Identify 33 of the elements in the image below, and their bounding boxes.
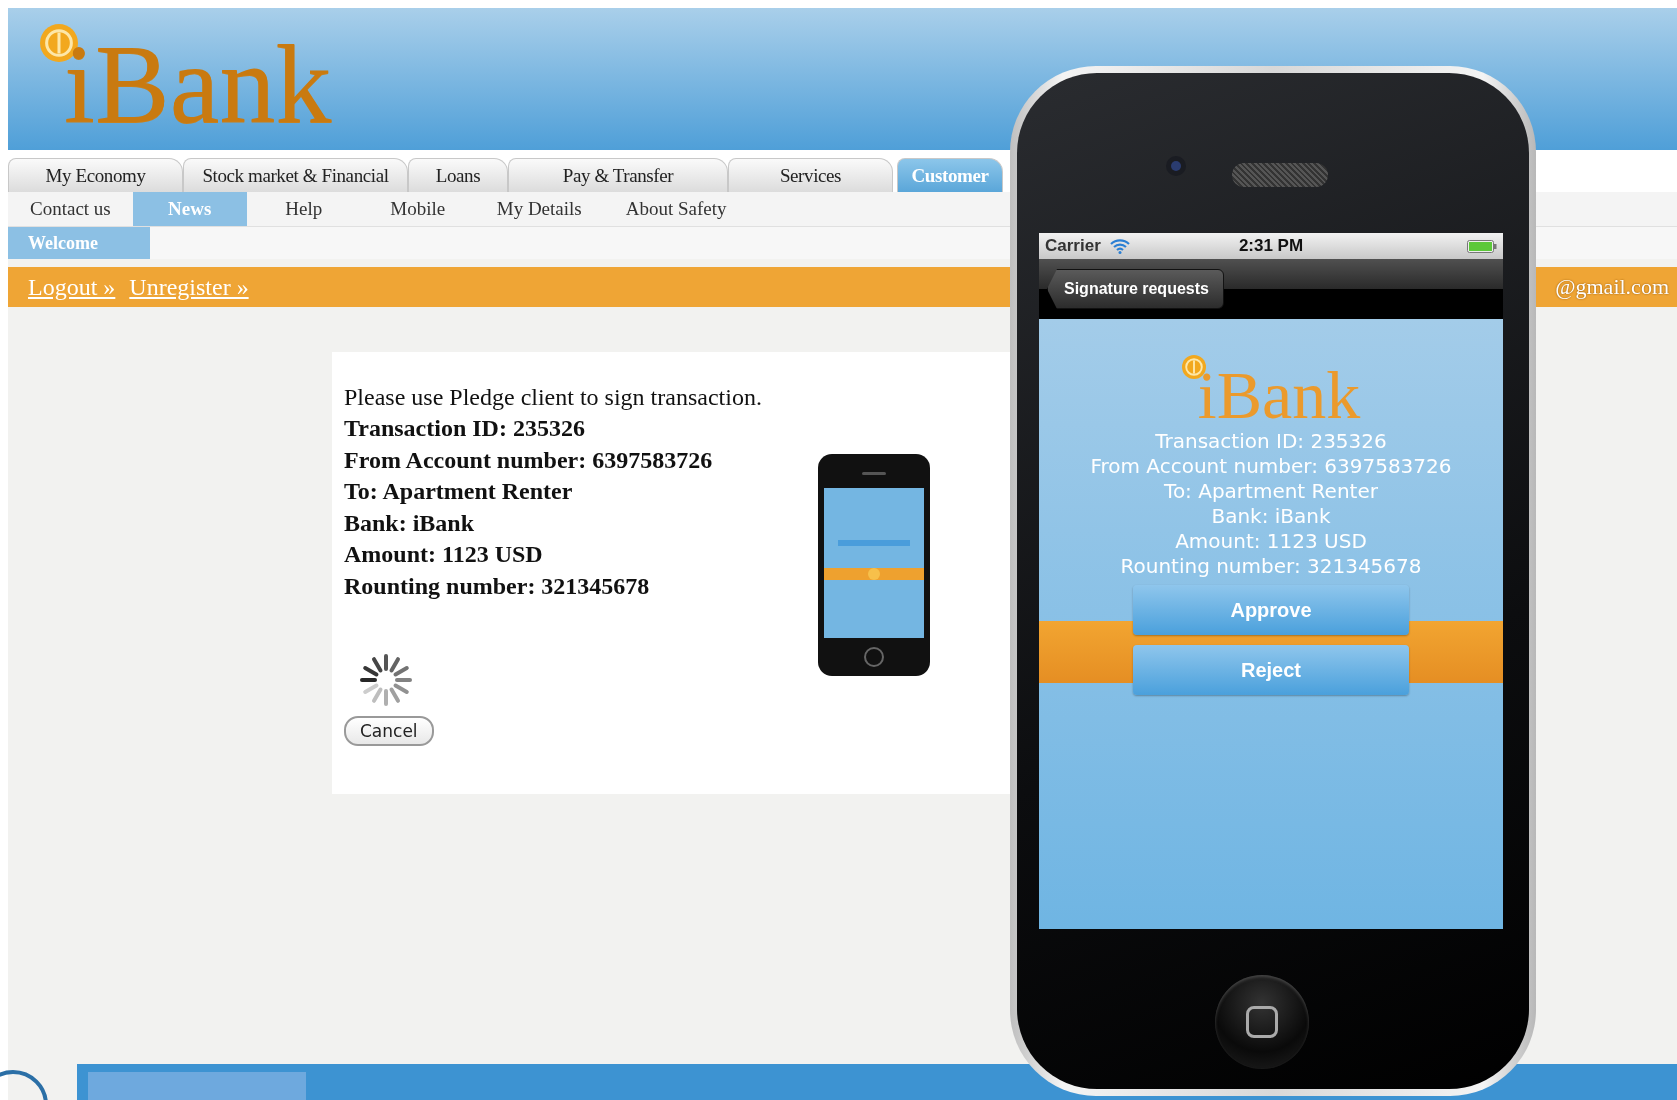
battery-icon <box>1467 239 1497 253</box>
subnav-link[interactable]: Contact us <box>8 192 133 226</box>
transaction-detail: Amount: 1123 USD <box>344 540 544 569</box>
transaction-detail: From Account number: 6397583726 <box>344 445 714 475</box>
cancel-button[interactable]: Cancel <box>344 716 434 746</box>
nav-tab[interactable]: My Economy <box>8 158 183 192</box>
carrier-label: Carrier <box>1045 236 1101 256</box>
wifi-icon <box>1108 238 1131 254</box>
nav-tab[interactable]: Stock market & Financial <box>183 158 408 192</box>
back-button[interactable]: Signature requests <box>1047 269 1224 309</box>
transaction-detail: To: Apartment Renter <box>1164 479 1378 504</box>
transaction-detail: To: Apartment Renter <box>344 477 574 506</box>
user-email: @gmail.com <box>1555 274 1669 300</box>
subnav-link[interactable]: My Details <box>474 192 604 226</box>
transaction-detail: Bank: iBank <box>1211 504 1331 529</box>
nav-tab[interactable]: Pay & Transfer <box>508 158 728 192</box>
transaction-detail: Rounting number: 321345678 <box>1120 554 1422 579</box>
instruction-text: Please use Pledge client to sign transaction. <box>344 383 763 412</box>
subnav-link[interactable]: About Safety <box>603 192 749 226</box>
transaction-detail: Amount: 1123 USD <box>1175 529 1367 554</box>
camera-icon <box>1165 155 1187 177</box>
transaction-detail: Rounting number: 321345678 <box>344 571 651 601</box>
transaction-detail: Transaction ID: 235326 <box>1155 429 1387 454</box>
status-time: 2:31 PM <box>1238 236 1304 256</box>
app-logo: iBank <box>1197 361 1361 429</box>
subnav-link[interactable]: Mobile <box>360 192 475 226</box>
transaction-detail: Bank: iBank <box>344 508 476 538</box>
nav-tab[interactable]: Loans <box>408 158 508 192</box>
loading-spinner-icon <box>360 654 412 706</box>
transaction-detail: From Account number: 6397583726 <box>1090 454 1452 479</box>
subnav-link[interactable]: Help <box>246 192 361 226</box>
transaction-detail: Transaction ID: 235326 <box>344 414 586 443</box>
nav-tab[interactable]: Services <box>728 158 893 192</box>
